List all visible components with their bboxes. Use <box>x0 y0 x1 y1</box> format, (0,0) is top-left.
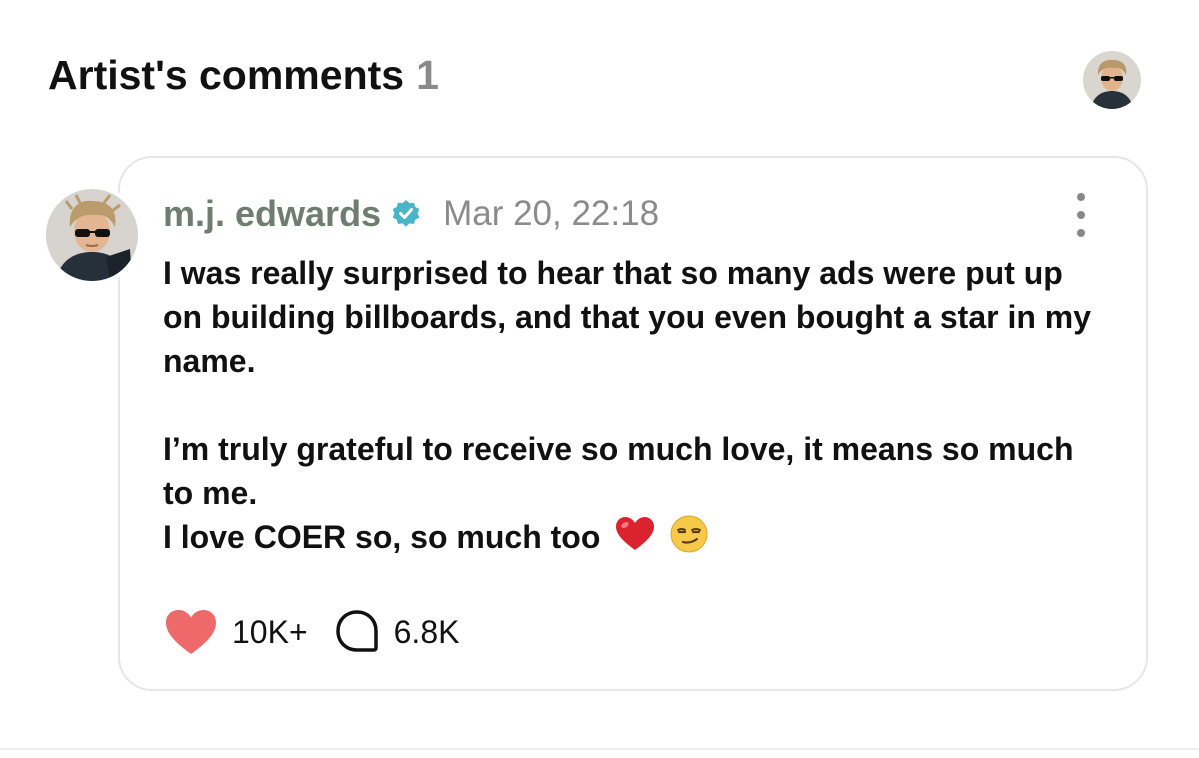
more-dot <box>1077 229 1085 237</box>
comment-count: 1 <box>416 52 439 98</box>
comment-meta: m.j. edwards Mar 20, 22:18 <box>163 190 659 238</box>
divider <box>0 748 1199 750</box>
more-dot <box>1077 211 1085 219</box>
artist-comments-page: Artist's comments 1 m.j. edwards Mar 20,… <box>0 0 1199 758</box>
post-date: Mar 20, 22:18 <box>443 194 660 233</box>
more-options-button[interactable] <box>1068 193 1094 237</box>
avatar-image <box>1083 51 1141 109</box>
author-avatar[interactable] <box>46 189 138 281</box>
comment-body: I was really surprised to hear that so m… <box>163 251 1093 564</box>
like-count: 10K+ <box>232 613 308 650</box>
heart-icon <box>166 610 216 654</box>
speech-bubble-icon <box>335 610 378 652</box>
current-user-avatar[interactable] <box>1083 51 1141 109</box>
comment-actions: 10K+ 6.8K <box>164 608 459 656</box>
smirking-face-emoji-icon <box>670 515 708 564</box>
reply-count: 6.8K <box>393 613 460 650</box>
comment-paragraph: I was really surprised to hear that so m… <box>163 255 1092 379</box>
more-vertical-icon <box>1077 193 1085 201</box>
comment-paragraph: I’m truly grateful to receive so much lo… <box>163 431 1074 511</box>
avatar-image <box>46 189 138 281</box>
like-button[interactable]: 10K+ <box>164 608 308 656</box>
author-name[interactable]: m.j. edwards <box>163 193 381 235</box>
verified-badge-icon <box>391 199 421 229</box>
reply-button[interactable]: 6.8K <box>334 609 460 655</box>
comment-last-line: I love COER so, so much too <box>163 515 1093 564</box>
section-title: Artist's comments <box>48 52 405 98</box>
section-header: Artist's comments 1 <box>48 52 439 99</box>
comment-paragraph: I love COER so, so much too <box>163 519 601 555</box>
red-heart-emoji-icon <box>615 516 655 563</box>
